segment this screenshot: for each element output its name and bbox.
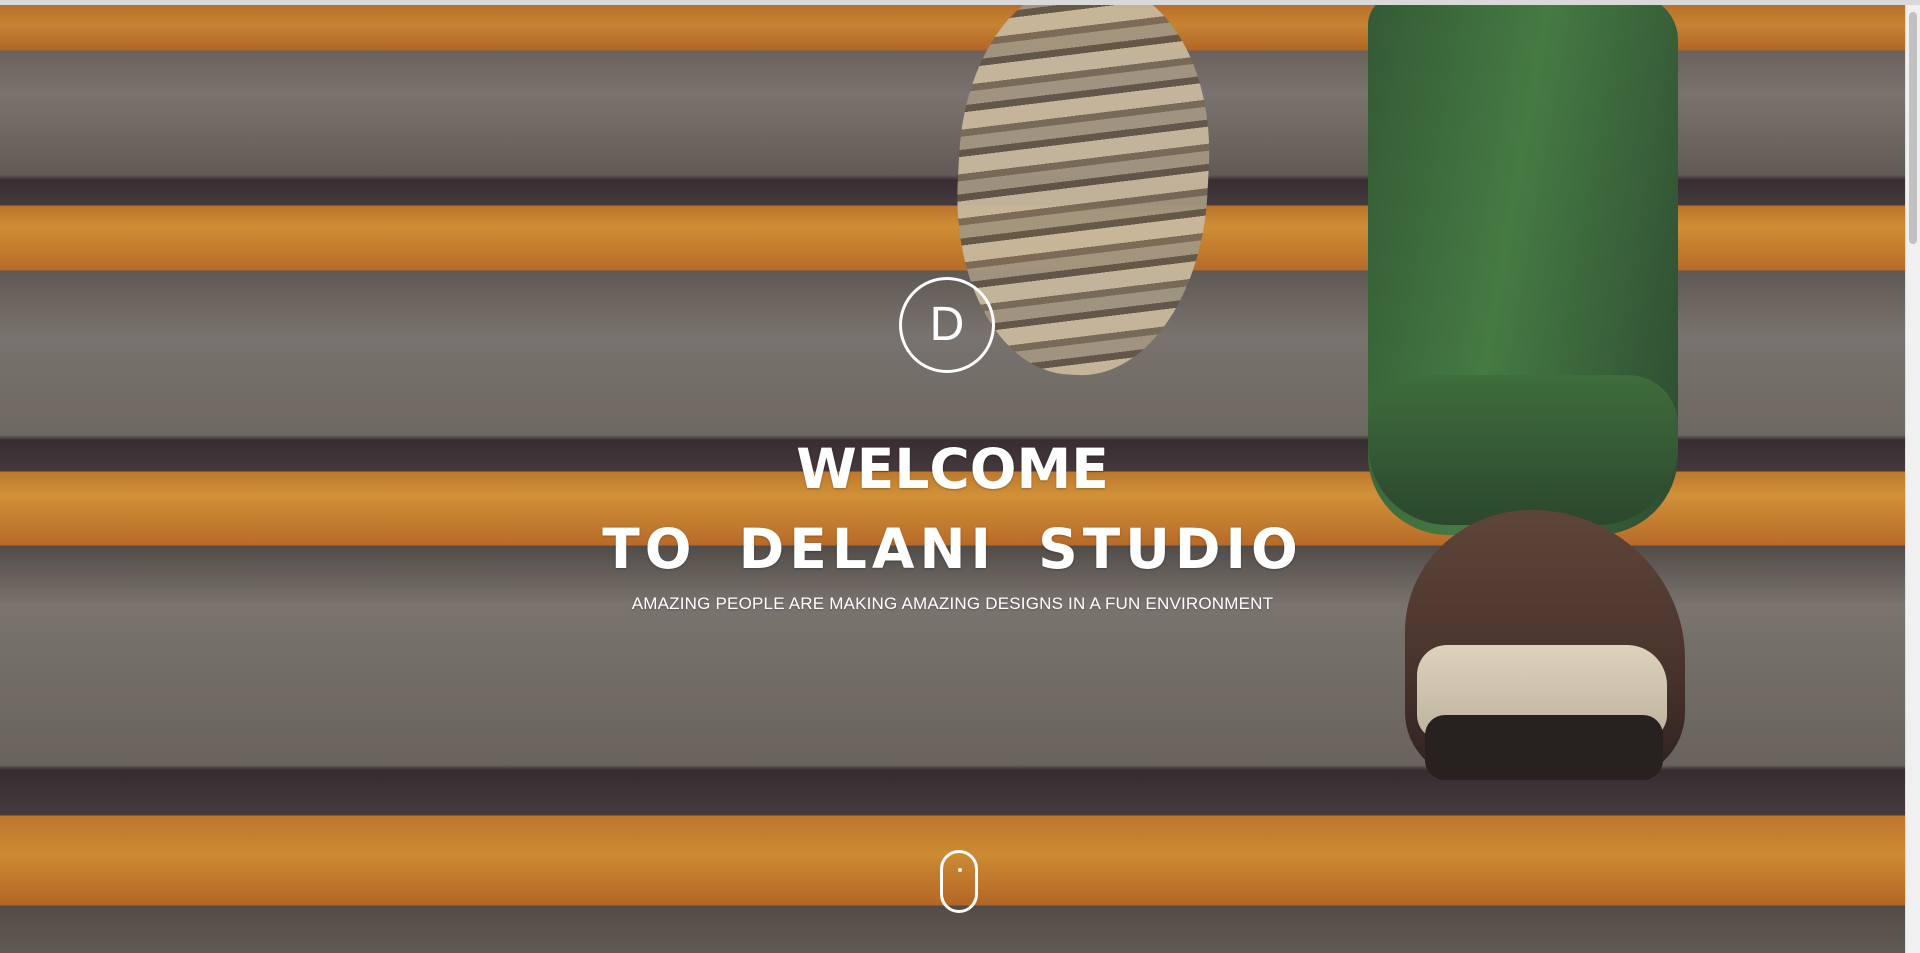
- hero-subtitle: AMAZING PEOPLE ARE MAKING AMAZING DESIGN…: [631, 594, 1274, 613]
- studio-logo[interactable]: D: [899, 277, 995, 373]
- hero-title-line-2: TO DELANI STUDIO: [602, 517, 1303, 581]
- mouse-scroll-icon[interactable]: [940, 850, 978, 913]
- scrollbar-thumb[interactable]: [1909, 12, 1917, 244]
- vertical-scrollbar[interactable]: [1905, 5, 1920, 953]
- browser-top-bar: [0, 0, 1920, 5]
- hero-content: D WELCOME TO DELANI STUDIO AMAZING PEOPL…: [0, 5, 1905, 953]
- hero-title-line-1: WELCOME: [796, 437, 1109, 501]
- logo-letter: D: [929, 298, 965, 351]
- hero-section: D WELCOME TO DELANI STUDIO AMAZING PEOPL…: [0, 5, 1905, 953]
- scroll-wheel-dot: [958, 868, 962, 872]
